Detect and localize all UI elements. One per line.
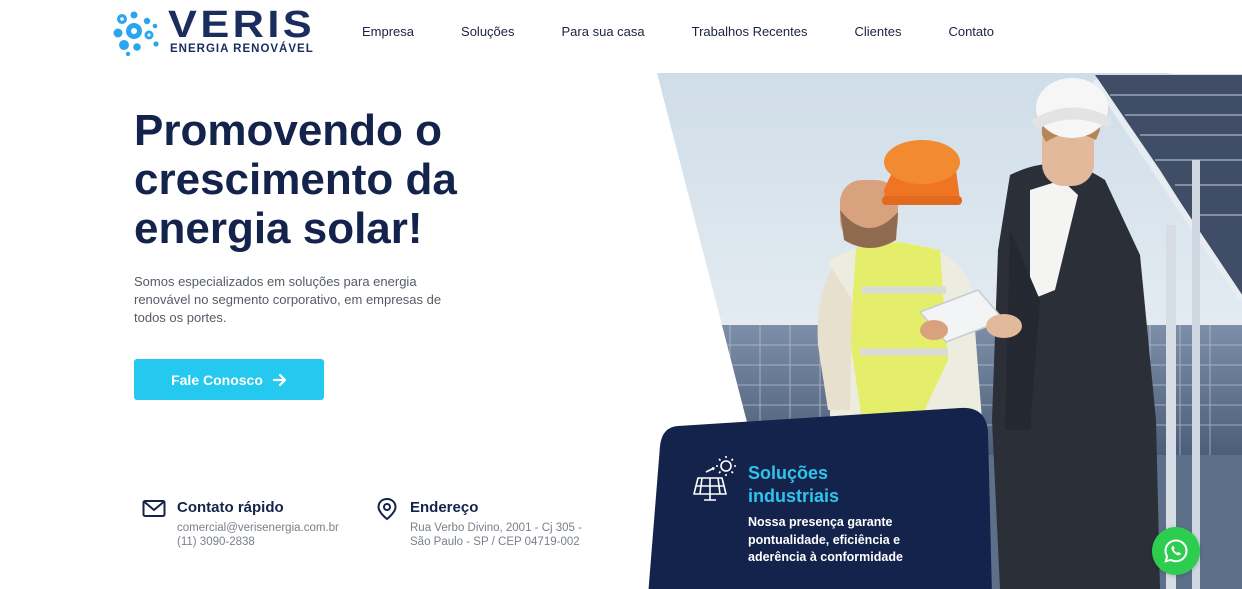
contact-email-link[interactable]: comercial@verisenergia.com.br: [177, 522, 339, 534]
card-title: Soluções industriais: [748, 463, 840, 506]
fale-conosco-button[interactable]: Fale Conosco: [134, 359, 324, 400]
address-line-1: Rua Verbo Divino, 2001 - Cj 305 -: [410, 522, 582, 534]
contact-phone-link[interactable]: (11) 3090-2838: [177, 536, 255, 548]
card-text: Nossa presença garante pontualidade, efi…: [748, 515, 903, 564]
hero-title-line-2: crescimento da: [134, 155, 457, 204]
industrial-solutions-card[interactable]: Soluções industriais Nossa presença gara…: [648, 406, 993, 589]
nav-item-solucoes[interactable]: Soluções: [461, 24, 514, 39]
hero-title-line-3: energia solar!: [134, 204, 423, 253]
hero-title: Promovendo o crescimento da energia sola…: [134, 106, 554, 253]
veris-logo[interactable]: VERIS ENERGIA RENOVÁVEL: [112, 4, 327, 58]
nav-item-trabalhos-recentes[interactable]: Trabalhos Recentes: [692, 24, 808, 39]
mail-icon: [142, 500, 166, 517]
map-pin-icon: [377, 497, 397, 521]
arrow-right-icon: [272, 373, 286, 386]
logo-wordmark: VERIS: [168, 4, 316, 46]
hero-subtitle: Somos especializados em soluções para en…: [134, 274, 442, 325]
address-title: Endereço: [410, 499, 479, 516]
quick-contact-title: Contato rápido: [177, 499, 284, 516]
hero-title-line-1: Promovendo o: [134, 106, 443, 155]
site-header: VERIS ENERGIA RENOVÁVEL Empresa Soluções…: [0, 0, 1242, 64]
address-line-2: São Paulo - SP / CEP 04719-002: [410, 536, 580, 548]
fale-conosco-label: Fale Conosco: [171, 371, 263, 388]
whatsapp-icon: [1164, 539, 1188, 563]
nav-item-para-sua-casa[interactable]: Para sua casa: [562, 24, 645, 39]
solar-panel-icon: [693, 456, 736, 501]
nav-item-contato[interactable]: Contato: [948, 24, 994, 39]
logo-tagline: ENERGIA RENOVÁVEL: [170, 43, 314, 55]
nav-item-clientes[interactable]: Clientes: [854, 24, 901, 39]
whatsapp-button[interactable]: [1152, 527, 1200, 575]
molecule-logo-icon: [113, 11, 159, 57]
main-nav: Empresa Soluções Para sua casa Trabalhos…: [362, 24, 1041, 39]
nav-item-empresa[interactable]: Empresa: [362, 24, 414, 39]
